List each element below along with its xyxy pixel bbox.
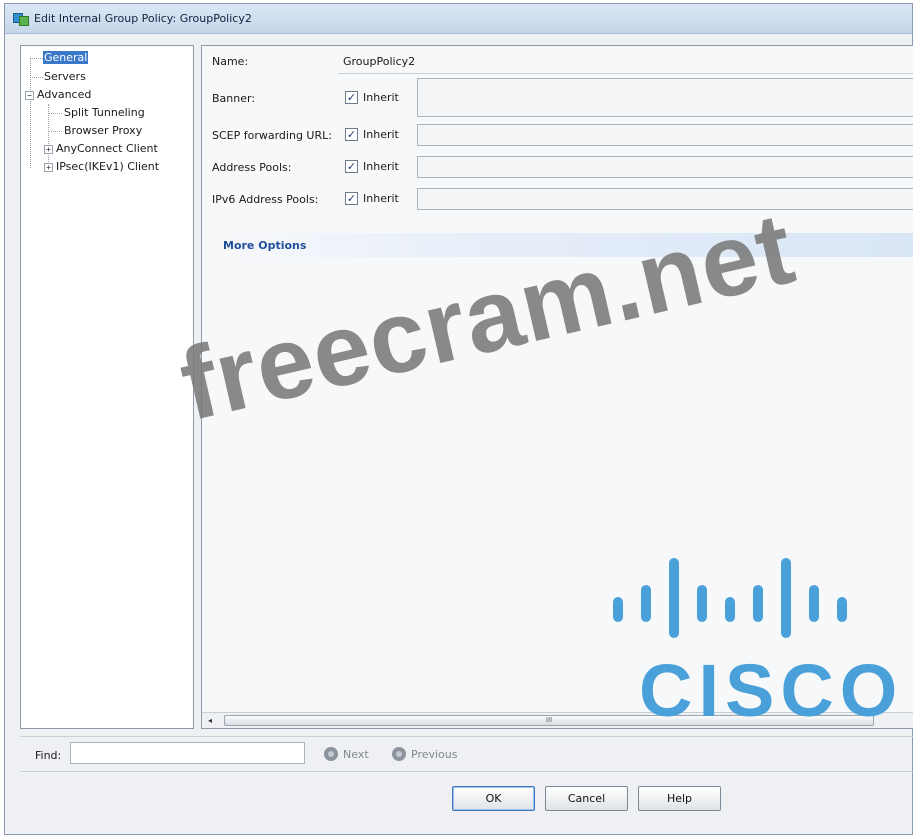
tree-item-split-tunneling[interactable]: Split Tunneling [63,105,146,121]
banner-textarea[interactable] [417,78,913,117]
ipv6-address-pools-field[interactable] [417,188,913,210]
name-field-underline [338,73,913,74]
tree-item-label: Servers [44,70,86,83]
general-settings-panel: Name: GroupPolicy2 Banner: ✓ Inherit SCE… [201,45,913,729]
ipv6-address-pools-label: IPv6 Address Pools: [212,193,319,206]
more-options-label: More Options [223,238,307,252]
tree-item-label: IPsec(IKEv1) Client [56,160,160,173]
navigation-tree: General Servers − Advanced Split Tunnelin… [20,45,194,729]
previous-button[interactable]: Previous [392,747,458,761]
scep-inherit-checkbox[interactable]: ✓ [345,128,358,141]
scep-forwarding-url-field[interactable] [417,124,913,146]
previous-label: Previous [411,747,458,761]
find-input[interactable] [70,742,305,764]
address-pools-field[interactable] [417,156,913,178]
help-button[interactable]: Help [638,786,721,811]
tree-item-advanced[interactable]: − Advanced [25,87,92,103]
tree-item-label: Browser Proxy [64,124,143,137]
horizontal-scrollbar[interactable]: ◂ III [202,712,913,728]
scep-forwarding-url-label: SCEP forwarding URL: [212,129,332,142]
tree-item-general[interactable]: General [43,50,89,66]
find-label: Find: [35,749,62,762]
ipv6-pools-inherit-label: Inherit [363,192,399,205]
scep-inherit-label: Inherit [363,128,399,141]
expand-icon[interactable]: + [44,162,53,172]
tree-item-label: Split Tunneling [64,106,145,119]
cancel-button[interactable]: Cancel [545,786,628,811]
tree-item-browser-proxy[interactable]: Browser Proxy [63,123,143,139]
expand-icon[interactable]: + [44,144,53,154]
banner-inherit-label: Inherit [363,91,399,104]
address-pools-label: Address Pools: [212,161,292,174]
find-bar: Find: Next Previous [20,736,913,772]
tree-item-label: Advanced [37,88,92,101]
banner-inherit-checkbox[interactable]: ✓ [345,91,358,104]
name-value: GroupPolicy2 [343,55,416,68]
address-pools-inherit-label: Inherit [363,160,399,173]
asdm-app-icon [13,12,29,26]
more-options-expander[interactable]: More Options [214,233,913,257]
ok-button[interactable]: OK [452,786,535,811]
title-bar: Edit Internal Group Policy: GroupPolicy2 [5,4,912,34]
ipv6-pools-inherit-checkbox[interactable]: ✓ [345,192,358,205]
tree-item-label: General [43,51,89,64]
address-pools-inherit-checkbox[interactable]: ✓ [345,160,358,173]
tree-item-servers[interactable]: Servers [43,69,87,85]
next-icon [324,747,338,761]
collapse-icon[interactable]: − [25,90,34,100]
tree-item-anyconnect-client[interactable]: + AnyConnect Client [44,141,159,157]
previous-icon [392,747,406,761]
tree-item-label: AnyConnect Client [56,142,158,155]
window-title: Edit Internal Group Policy: GroupPolicy2 [34,12,252,25]
next-button[interactable]: Next [324,747,369,761]
next-label: Next [343,747,369,761]
name-label: Name: [212,55,249,68]
scroll-thumb[interactable]: III [224,715,874,726]
scroll-left-icon[interactable]: ◂ [204,715,216,726]
banner-label: Banner: [212,92,256,105]
tree-item-ipsec-client[interactable]: + IPsec(IKEv1) Client [44,159,160,175]
